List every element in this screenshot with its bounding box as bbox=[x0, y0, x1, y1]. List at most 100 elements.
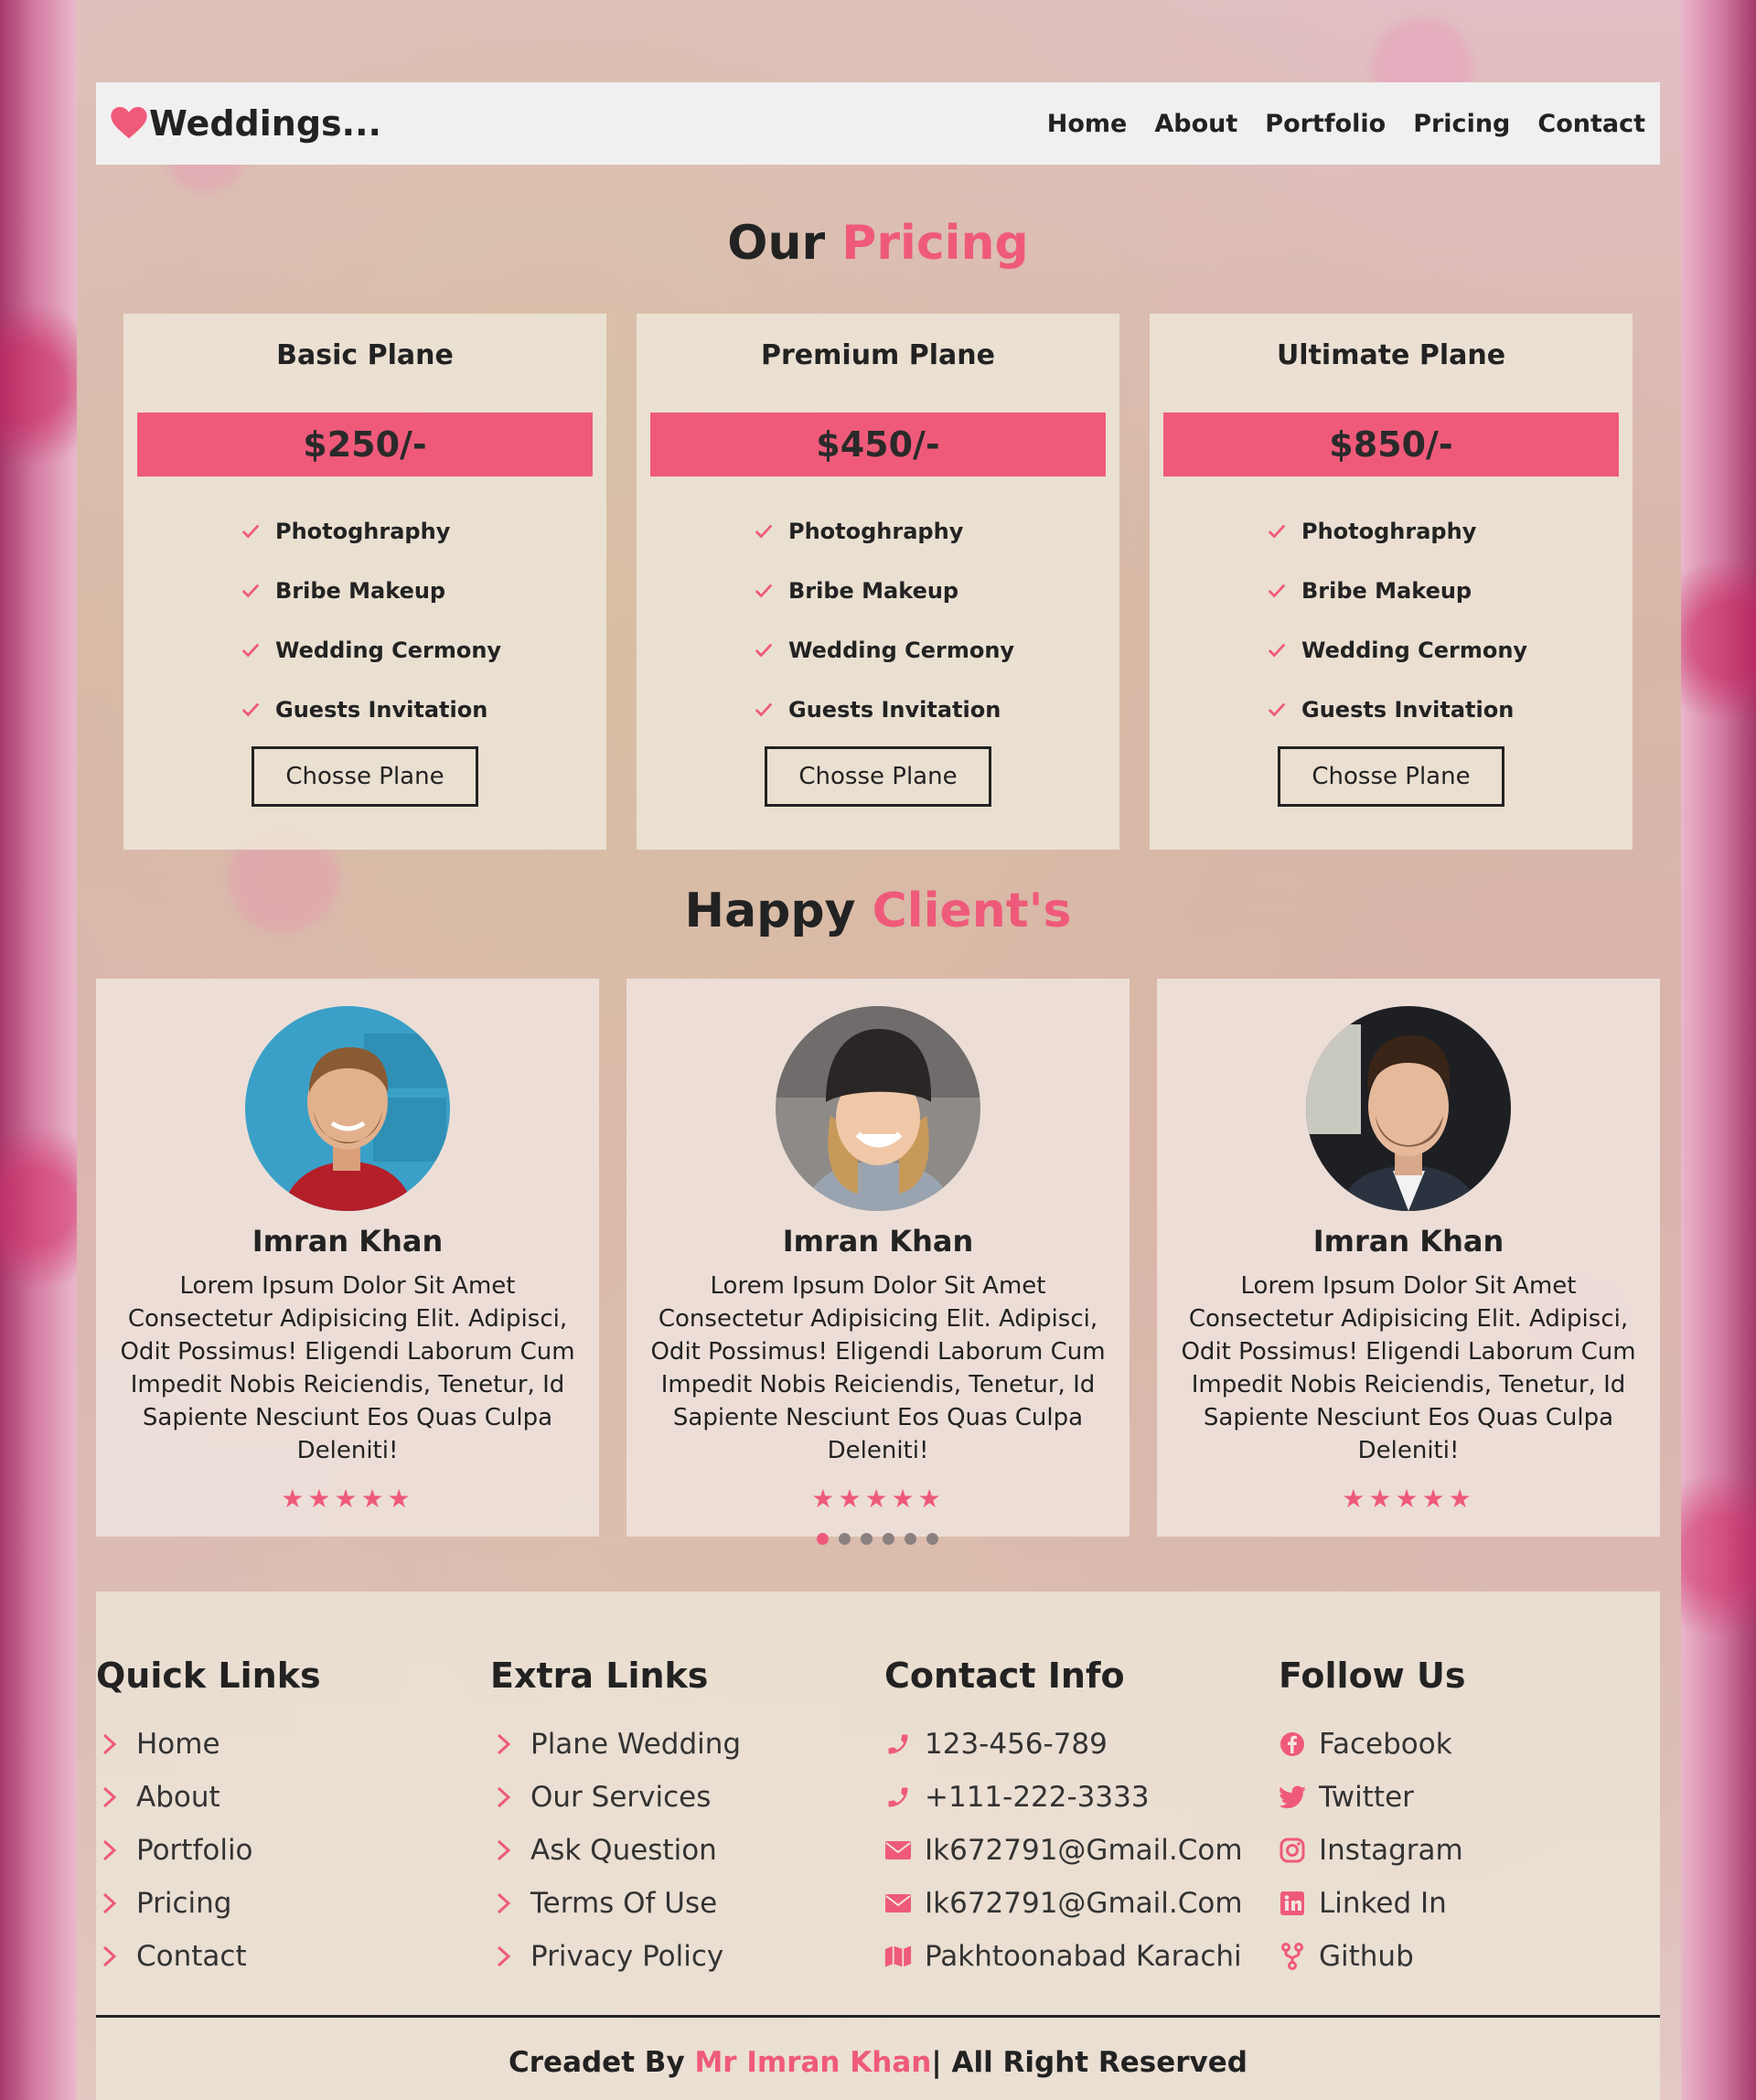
contact-email[interactable]: Ik672791@Gmail.Com bbox=[884, 1824, 1243, 1877]
client-testimonial: Lorem Ipsum Dolor Sit Amet Consectetur A… bbox=[120, 1272, 575, 1464]
testimonial-card: Imran Khan Lorem Ipsum Dolor Sit Amet Co… bbox=[626, 979, 1130, 1537]
chevron-right-icon bbox=[490, 1890, 518, 1917]
footer-title: Follow Us bbox=[1279, 1655, 1466, 1696]
check-icon bbox=[755, 643, 773, 657]
check-icon bbox=[241, 643, 260, 657]
client-avatar bbox=[245, 1006, 450, 1211]
slider-dot[interactable] bbox=[861, 1533, 873, 1545]
star-rating: ★★★★★ bbox=[811, 1484, 945, 1514]
choose-plan-button[interactable]: Chosse Plane bbox=[765, 746, 991, 807]
contact-phone[interactable]: +111-222-3333 bbox=[884, 1771, 1243, 1824]
envelope-icon bbox=[884, 1890, 912, 1917]
nav-link-pricing[interactable]: Pricing bbox=[1413, 110, 1510, 138]
social-link-twitter[interactable]: Twitter bbox=[1279, 1771, 1466, 1824]
chevron-right-icon bbox=[96, 1943, 123, 1970]
contact-text: Pakhtoonabad Karachi bbox=[925, 1940, 1242, 1973]
footer-extra-links: Extra Links Plane Wedding Our Services A… bbox=[490, 1655, 741, 1983]
contact-address[interactable]: Pakhtoonabad Karachi bbox=[884, 1930, 1243, 1983]
social-link-instagram[interactable]: Instagram bbox=[1279, 1824, 1466, 1877]
social-label: Linked In bbox=[1319, 1887, 1447, 1920]
nav-link-portfolio[interactable]: Portfolio bbox=[1265, 110, 1386, 138]
github-icon bbox=[1279, 1943, 1306, 1970]
footer-contact-info: Contact Info 123-456-789 +111-222-3333 I… bbox=[884, 1655, 1243, 1983]
feature-label: Photoghraphy bbox=[275, 518, 451, 544]
footer-link-home[interactable]: Home bbox=[96, 1718, 321, 1771]
footer-link-our-services[interactable]: Our Services bbox=[490, 1771, 741, 1824]
testimonial-card: Imran Khan Lorem Ipsum Dolor Sit Amet Co… bbox=[1157, 979, 1660, 1537]
social-label: Facebook bbox=[1319, 1728, 1452, 1761]
credits-author-link[interactable]: Mr Imran Khan bbox=[694, 2046, 931, 2079]
linkedin-icon bbox=[1279, 1890, 1306, 1917]
heart-icon bbox=[111, 107, 147, 139]
slider-dot[interactable] bbox=[926, 1533, 938, 1545]
nav-link-contact[interactable]: Contact bbox=[1537, 110, 1645, 138]
nav-link-home[interactable]: Home bbox=[1047, 110, 1128, 138]
check-icon bbox=[241, 584, 260, 597]
footer-link-pricing[interactable]: Pricing bbox=[96, 1877, 321, 1930]
check-icon bbox=[1268, 584, 1286, 597]
feature-label: Wedding Cermony bbox=[275, 637, 502, 663]
footer-link-portfolio[interactable]: Portfolio bbox=[96, 1824, 321, 1877]
feature-list: Photoghraphy Bribe Makeup Wedding Cermon… bbox=[241, 501, 501, 739]
check-icon bbox=[1268, 524, 1286, 538]
pricing-heading-accent: Pricing bbox=[841, 216, 1029, 271]
feature-item: Photoghraphy bbox=[754, 501, 1014, 561]
footer-link-terms[interactable]: Terms Of Use bbox=[490, 1877, 741, 1930]
phone-icon bbox=[884, 1730, 912, 1758]
footer-link-label: Contact bbox=[136, 1940, 247, 1973]
check-icon bbox=[1268, 643, 1286, 657]
footer-link-contact[interactable]: Contact bbox=[96, 1930, 321, 1983]
footer-follow-us: Follow Us Facebook Twitter Instagram Lin… bbox=[1279, 1655, 1466, 1983]
slider-dot[interactable] bbox=[883, 1533, 894, 1545]
check-icon bbox=[755, 584, 773, 597]
chevron-right-icon bbox=[96, 1837, 123, 1864]
slider-dot[interactable] bbox=[817, 1533, 829, 1545]
footer-link-plane-wedding[interactable]: Plane Wedding bbox=[490, 1718, 741, 1771]
social-link-linkedin[interactable]: Linked In bbox=[1279, 1877, 1466, 1930]
choose-plan-button[interactable]: Chosse Plane bbox=[252, 746, 478, 807]
footer-link-label: Home bbox=[136, 1728, 220, 1761]
chevron-right-icon bbox=[490, 1784, 518, 1811]
feature-item: Wedding Cermony bbox=[241, 620, 501, 680]
chevron-right-icon bbox=[490, 1837, 518, 1864]
check-icon bbox=[241, 702, 260, 716]
client-testimonial: Lorem Ipsum Dolor Sit Amet Consectetur A… bbox=[1181, 1272, 1636, 1464]
footer-link-label: Plane Wedding bbox=[530, 1728, 742, 1761]
pricing-card-ultimate: Ultimate Plane $850/- Photoghraphy Bribe… bbox=[1150, 314, 1633, 850]
client-name: Imran Khan bbox=[782, 1224, 974, 1259]
star-rating: ★★★★★ bbox=[1342, 1484, 1475, 1514]
twitter-icon bbox=[1279, 1784, 1306, 1811]
feature-list: Photoghraphy Bribe Makeup Wedding Cermon… bbox=[754, 501, 1014, 739]
nav-links: Home About Portfolio Pricing Contact bbox=[1047, 110, 1645, 138]
footer-link-privacy[interactable]: Privacy Policy bbox=[490, 1930, 741, 1983]
footer-link-label: Portfolio bbox=[136, 1834, 253, 1867]
pricing-heading-main: Our bbox=[727, 216, 826, 271]
slider-dot[interactable] bbox=[905, 1533, 916, 1545]
feature-label: Guests Invitation bbox=[788, 696, 1001, 723]
clients-heading-main: Happy bbox=[684, 884, 856, 938]
nav-link-about[interactable]: About bbox=[1154, 110, 1237, 138]
brand-logo[interactable]: Weddings... bbox=[111, 103, 381, 144]
footer-link-ask-question[interactable]: Ask Question bbox=[490, 1824, 741, 1877]
chevron-right-icon bbox=[96, 1890, 123, 1917]
client-avatar bbox=[776, 1006, 980, 1211]
feature-label: Bribe Makeup bbox=[1301, 577, 1472, 604]
contact-phone[interactable]: 123-456-789 bbox=[884, 1718, 1243, 1771]
footer-link-label: About bbox=[136, 1781, 220, 1814]
footer: Quick Links Home About Portfolio Pricing… bbox=[96, 1591, 1660, 2100]
pricing-heading: Our Pricing bbox=[0, 216, 1756, 271]
footer-link-label: Pricing bbox=[136, 1887, 232, 1920]
contact-email[interactable]: Ik672791@Gmail.Com bbox=[884, 1877, 1243, 1930]
contact-text: 123-456-789 bbox=[925, 1728, 1108, 1761]
slider-dot[interactable] bbox=[839, 1533, 851, 1545]
footer-link-about[interactable]: About bbox=[96, 1771, 321, 1824]
social-link-facebook[interactable]: Facebook bbox=[1279, 1718, 1466, 1771]
navbar: Weddings... Home About Portfolio Pricing… bbox=[96, 82, 1660, 165]
choose-plan-button[interactable]: Chosse Plane bbox=[1278, 746, 1504, 807]
social-link-github[interactable]: Github bbox=[1279, 1930, 1466, 1983]
slider-pagination bbox=[817, 1533, 938, 1545]
feature-item: Bribe Makeup bbox=[754, 561, 1014, 620]
check-icon bbox=[755, 524, 773, 538]
footer-credits: Creadet By Mr Imran Khan| All Right Rese… bbox=[96, 2046, 1660, 2079]
feature-item: Photoghraphy bbox=[1267, 501, 1527, 561]
